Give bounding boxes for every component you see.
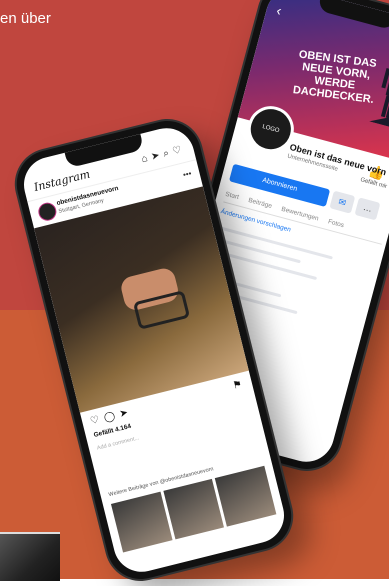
post-image[interactable] [34, 186, 249, 413]
bookmark-icon[interactable]: ⚑ [232, 379, 243, 392]
corner-photo [0, 532, 60, 581]
tab-photos[interactable]: Fotos [327, 218, 345, 229]
post-author-avatar[interactable] [36, 200, 59, 223]
tab-posts[interactable]: Beiträge [247, 197, 272, 210]
back-arrow-icon[interactable]: ‹ [275, 2, 284, 19]
more-options-button[interactable]: … [354, 197, 381, 221]
post-options-icon[interactable]: ••• [182, 169, 192, 180]
headline-text: en über [0, 10, 51, 27]
comment-input[interactable]: Add a comment... [96, 435, 139, 451]
instagram-logo: Instagram [32, 167, 92, 194]
post-thumbnail[interactable] [110, 491, 173, 553]
post-thumbnail[interactable] [215, 465, 277, 527]
messenger-button[interactable]: ✉ [329, 190, 356, 214]
post-thumbnail[interactable] [163, 478, 225, 540]
header-icons: ⌂➤⌕♡ [140, 144, 186, 166]
share-icon[interactable]: ➤ [118, 406, 134, 420]
tab-start[interactable]: Start [225, 191, 240, 201]
more-posts-grid [110, 465, 277, 553]
cover-slogan: OBEN IST DAS NEUE VORN, WERDE DACHDECKER… [292, 48, 378, 106]
messenger-icon: ✉ [337, 196, 348, 208]
heart-icon[interactable]: ♡ [171, 144, 186, 158]
tab-reviews[interactable]: Bewertungen [281, 206, 320, 223]
more-icon: … [362, 201, 374, 214]
